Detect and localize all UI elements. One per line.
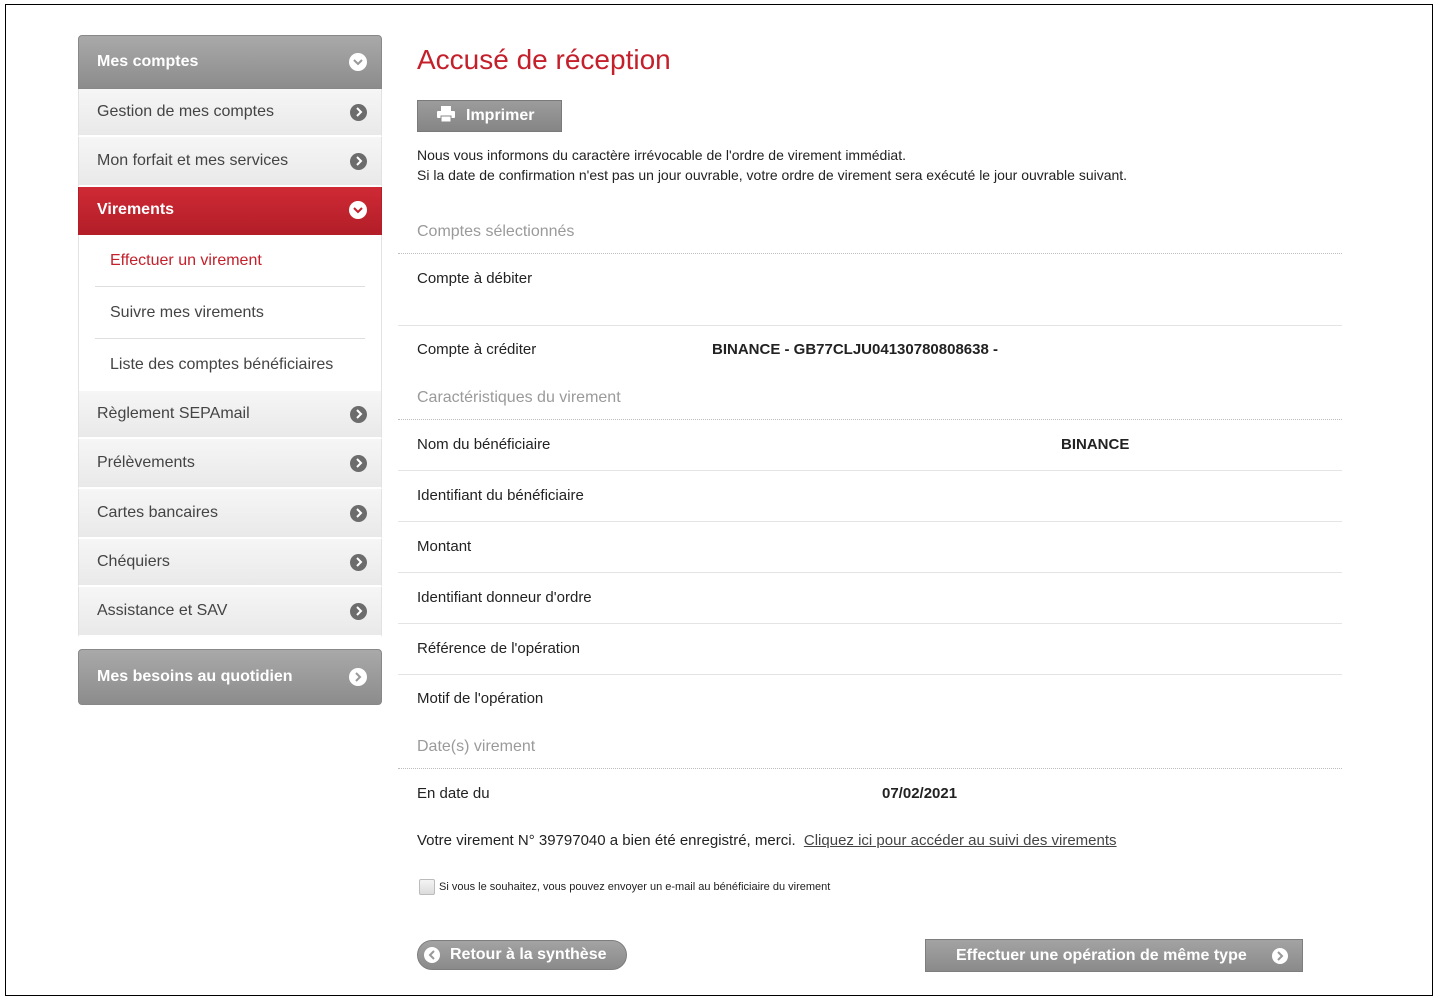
printer-icon — [436, 105, 456, 128]
back-to-summary-button[interactable]: Retour à la synthèse — [417, 940, 627, 970]
chevron-right-icon — [350, 504, 367, 522]
chevron-right-icon — [349, 668, 367, 686]
chevron-right-icon — [350, 602, 367, 620]
chevron-right-icon — [350, 405, 367, 423]
chevron-right-icon — [350, 454, 367, 472]
chevron-down-icon — [349, 53, 367, 71]
debit-account-label: Compte à débiter — [417, 270, 533, 287]
beneficiary-name-value: BINANCE — [1061, 436, 1130, 453]
beneficiary-id-label: Identifiant du bénéficiaire — [417, 487, 584, 504]
section-title-comptes: Comptes sélectionnés — [417, 223, 575, 240]
divider — [398, 572, 1342, 573]
ordering-id-label: Identifiant donneur d'ordre — [417, 589, 592, 606]
reason-label: Motif de l'opération — [417, 690, 544, 707]
back-label: Retour à la synthèse — [450, 946, 607, 963]
sidebar-item-virements[interactable]: Virements — [78, 187, 382, 235]
credit-account-value: BINANCE - GB77CLJU04130780808638 - — [712, 341, 998, 358]
divider — [398, 623, 1342, 624]
email-checkbox[interactable] — [419, 879, 435, 895]
print-label: Imprimer — [466, 107, 535, 124]
beneficiary-name-label: Nom du bénéficiaire — [417, 436, 551, 453]
credit-account-label: Compte à créditer — [417, 341, 537, 358]
chevron-right-icon — [350, 152, 367, 170]
same-operation-label: Effectuer une opération de même type — [956, 946, 1247, 964]
confirmation-text: Votre virement N° 39797040 a bien été en… — [417, 832, 796, 849]
sidebar-item-label: Gestion de mes comptes — [97, 103, 274, 120]
sidebar-item-cartes-bancaires[interactable]: Cartes bancaires — [78, 489, 382, 539]
same-operation-button[interactable]: Effectuer une opération de même type — [925, 939, 1303, 972]
divider — [398, 253, 1342, 254]
divider — [398, 419, 1342, 420]
sidebar-subitem-effectuer-virement[interactable]: Effectuer un virement — [95, 235, 365, 287]
divider — [398, 521, 1342, 522]
amount-label: Montant — [417, 538, 472, 555]
sidebar-item-label: Cartes bancaires — [97, 504, 218, 521]
reference-label: Référence de l'opération — [417, 640, 580, 657]
print-button[interactable]: Imprimer — [417, 100, 562, 132]
sidebar-item-label: Règlement SEPAmail — [97, 405, 250, 422]
divider — [398, 674, 1342, 675]
transfer-tracking-link[interactable]: Cliquez ici pour accéder au suivi des vi… — [804, 832, 1117, 849]
sidebar-item-sepamail[interactable]: Règlement SEPAmail — [78, 391, 382, 439]
info-line: Si la date de confirmation n'est pas un … — [417, 167, 1128, 183]
sidebar-item-label: Prélèvements — [97, 454, 195, 471]
sidebar-submenu-virements: Effectuer un virement Suivre mes viremen… — [78, 235, 382, 391]
sidebar-subitem-suivre-virements[interactable]: Suivre mes virements — [95, 287, 365, 339]
sidebar-nav: Mes comptes Gestion de mes comptes Mon f… — [78, 35, 382, 637]
divider — [398, 470, 1342, 471]
chevron-left-icon — [424, 947, 440, 963]
sidebar-section-label: Mes besoins au quotidien — [97, 668, 293, 685]
section-title-caracteristiques: Caractéristiques du virement — [417, 389, 621, 406]
sidebar-item-label: Assistance et SAV — [97, 602, 228, 619]
page-title: Accusé de réception — [417, 44, 671, 75]
info-text: Nous vous informons du caractère irrévoc… — [417, 145, 1127, 185]
date-value: 07/02/2021 — [882, 785, 958, 802]
divider — [398, 325, 1342, 326]
email-checkbox-label: Si vous le souhaitez, vous pouvez envoye… — [439, 881, 831, 893]
sidebar-item-prelevements[interactable]: Prélèvements — [78, 439, 382, 489]
chevron-down-icon — [349, 201, 367, 219]
sidebar-item-label: Chéquiers — [97, 553, 170, 570]
date-label: En date du — [417, 785, 490, 802]
sidebar-section-besoins-quotidien[interactable]: Mes besoins au quotidien — [78, 649, 382, 705]
sidebar-item-chequiers[interactable]: Chéquiers — [78, 539, 382, 587]
sidebar-section-mes-comptes[interactable]: Mes comptes — [78, 35, 382, 89]
sidebar-section-label: Mes comptes — [97, 53, 199, 70]
sidebar-item-label: Mon forfait et mes services — [97, 152, 289, 169]
chevron-right-icon — [1272, 947, 1288, 964]
section-title-dates: Date(s) virement — [417, 738, 536, 755]
email-option: Si vous le souhaitez, vous pouvez envoye… — [419, 879, 830, 895]
info-line: Nous vous informons du caractère irrévoc… — [417, 147, 907, 163]
sidebar-item-gestion-comptes[interactable]: Gestion de mes comptes — [78, 89, 382, 137]
sidebar-item-forfait-services[interactable]: Mon forfait et mes services — [78, 137, 382, 187]
confirmation-message: Votre virement N° 39797040 a bien été en… — [417, 832, 1117, 849]
divider — [398, 768, 1342, 769]
sidebar-subitem-comptes-beneficiaires[interactable]: Liste des comptes bénéficiaires — [95, 339, 365, 391]
chevron-right-icon — [350, 103, 367, 121]
chevron-right-icon — [350, 553, 367, 571]
sidebar-item-label: Virements — [97, 201, 175, 218]
sidebar-item-assistance-sav[interactable]: Assistance et SAV — [78, 587, 382, 637]
